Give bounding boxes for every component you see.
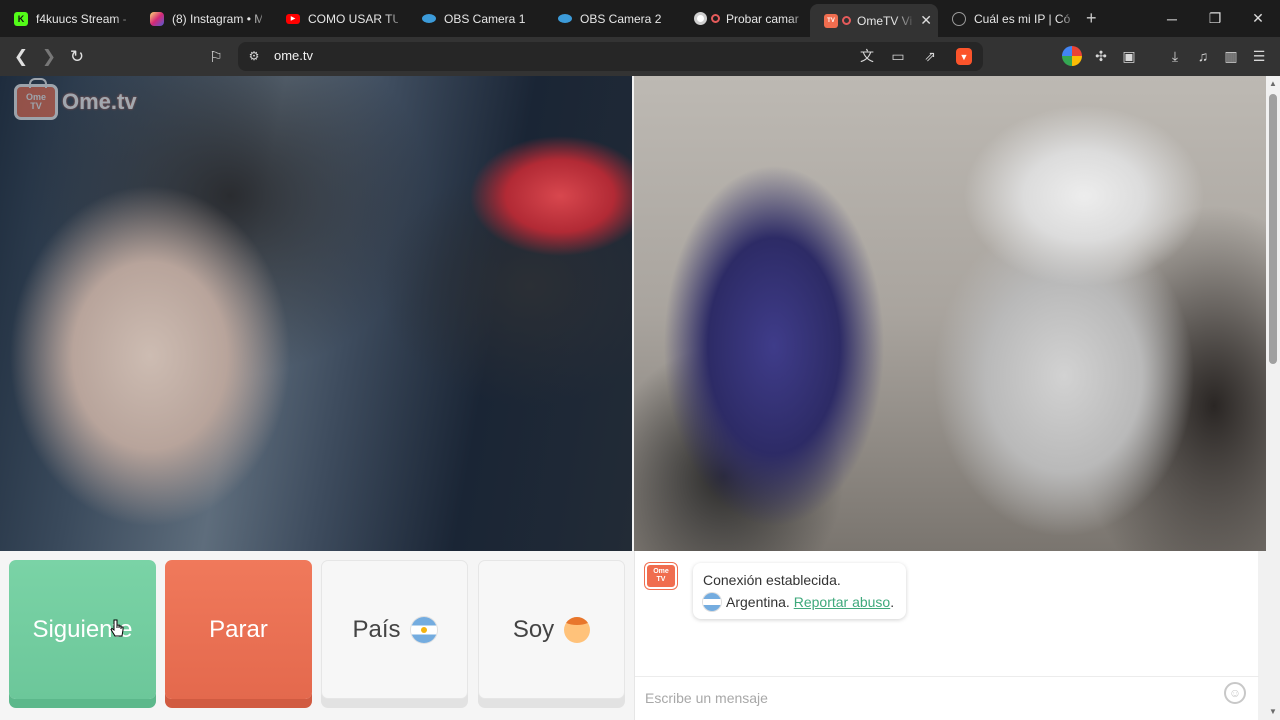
connection-status: Conexión establecida.: [703, 572, 841, 588]
tab-label: (8) Instagram • M: [172, 11, 262, 26]
recording-icon: [711, 14, 720, 23]
instagram-icon: [150, 11, 164, 26]
stop-button-label: Parar: [209, 615, 268, 643]
toolbar: ❮ ❯ ↻ ⚐ ⚙ ome.tv 文 ▭ ⇗ ▼ 2 ✣ ▣ ⤓ ♫ ▥ ☰: [0, 37, 1280, 93]
system-message: Conexión establecida. Argentina. Reporta…: [693, 563, 907, 619]
emoji-icon[interactable]: ☺: [1224, 682, 1246, 704]
divider: [635, 676, 1259, 677]
close-tab-icon[interactable]: ✕: [920, 12, 932, 29]
tab-label: Cuál es mi IP | Có: [974, 11, 1070, 26]
ometv-page: Ome TV Ome.tv Siguiente Parar País Soy O…: [0, 76, 1280, 720]
tv-icon: Ome TV: [14, 78, 58, 120]
tab-cual-es-mi-ip[interactable]: Cuál es mi IP | Có: [938, 0, 1080, 37]
logo-tv-line2: TV: [30, 101, 42, 111]
stop-button[interactable]: Parar: [165, 560, 312, 699]
tab-youtube[interactable]: ▶ COMO USAR TU C: [272, 0, 408, 37]
boy-avatar-icon: [564, 616, 591, 643]
ometv-icon: TV: [824, 13, 838, 28]
chat-panel: Ome TV Conexión establecida. Argentina. …: [634, 551, 1259, 720]
media-icon[interactable]: ♫: [1192, 45, 1214, 67]
new-tab-button[interactable]: +: [1086, 8, 1097, 29]
tab-strip: K f4kuucs Stream - (8) Instagram • M ▶ C…: [0, 0, 1280, 37]
tab-label: OBS Camera 2: [580, 11, 662, 26]
recording-icon: [842, 16, 851, 25]
close-window-button[interactable]: ✕: [1236, 0, 1280, 37]
url-text[interactable]: ome.tv: [274, 48, 313, 63]
report-suffix: .: [890, 594, 895, 610]
remote-video: [634, 76, 1266, 551]
obs-icon: [422, 14, 436, 23]
tab-obs-camera-2[interactable]: OBS Camera 2: [544, 0, 680, 37]
leo-ai-icon[interactable]: [1062, 46, 1082, 66]
scroll-down-icon[interactable]: ▼: [1269, 708, 1277, 716]
next-button[interactable]: Siguiente: [9, 560, 156, 699]
reload-button[interactable]: ↻: [65, 45, 89, 69]
tab-label: f4kuucs Stream -: [36, 11, 126, 26]
chat-icon-line1: Ome: [653, 568, 669, 575]
webcam-icon: [694, 12, 707, 25]
translate-icon[interactable]: 文: [856, 45, 878, 67]
argentina-flag-icon: [703, 593, 721, 611]
country-button-label: País: [352, 615, 401, 643]
country-name: Argentina.: [726, 594, 790, 610]
tab-label: OBS Camera 1: [444, 11, 526, 26]
share-icon[interactable]: ⇗: [919, 45, 941, 67]
obs-icon: [558, 14, 572, 23]
message-input[interactable]: [645, 687, 1205, 709]
country-button[interactable]: País: [321, 560, 468, 699]
hand-cursor-icon: [110, 619, 124, 637]
scroll-up-icon[interactable]: ▲: [1269, 80, 1277, 88]
gender-button[interactable]: Soy: [478, 560, 625, 699]
bookmark-icon[interactable]: ⚐: [204, 45, 228, 69]
gender-button-label: Soy: [512, 615, 555, 643]
scroll-thumb[interactable]: [1269, 94, 1277, 364]
tab-instagram[interactable]: (8) Instagram • M: [136, 0, 272, 37]
back-button[interactable]: ❮: [9, 45, 33, 69]
downloads-icon[interactable]: ⤓: [1164, 45, 1186, 67]
sidebar-icon[interactable]: ▥: [1220, 45, 1242, 67]
tab-kick-stream[interactable]: K f4kuucs Stream -: [0, 0, 136, 37]
tab-label: COMO USAR TU C: [308, 11, 398, 26]
scrollbar[interactable]: ▲ ▼: [1266, 76, 1280, 720]
ometv-logo: Ome TV Ome.tv: [14, 78, 137, 120]
logo-wordmark: Ome.tv: [62, 89, 137, 114]
youtube-icon: ▶: [286, 13, 300, 24]
forward-button[interactable]: ❯: [37, 45, 61, 69]
control-panel: Siguiente Parar País Soy: [0, 551, 634, 720]
site-settings-icon[interactable]: ⚙: [243, 45, 265, 67]
local-video: Ome TV Ome.tv: [0, 76, 632, 551]
extensions-icon[interactable]: ✣: [1090, 45, 1112, 67]
country-line: Argentina. Reportar abuso.: [703, 591, 894, 613]
minimize-button[interactable]: ─: [1150, 0, 1194, 37]
tab-probar-camara[interactable]: Probar camar: [680, 0, 810, 37]
wallet-icon[interactable]: ▣: [1118, 45, 1140, 67]
brave-shields-icon[interactable]: ▼: [956, 48, 972, 65]
cast-icon[interactable]: ▭: [887, 45, 909, 67]
menu-icon[interactable]: ☰: [1248, 45, 1270, 67]
argentina-flag-icon: [410, 616, 437, 643]
chat-icon-line2: TV: [656, 576, 666, 583]
ometv-chat-icon: Ome TV: [645, 563, 677, 589]
report-abuse-link[interactable]: Reportar abuso: [794, 594, 891, 610]
kick-icon: K: [14, 11, 28, 26]
tab-obs-camera-1[interactable]: OBS Camera 1: [408, 0, 544, 37]
tab-ometv[interactable]: TV OmeTV Vi ✕: [810, 4, 938, 37]
restore-button[interactable]: ❐: [1193, 0, 1237, 37]
globe-icon: [952, 11, 966, 26]
